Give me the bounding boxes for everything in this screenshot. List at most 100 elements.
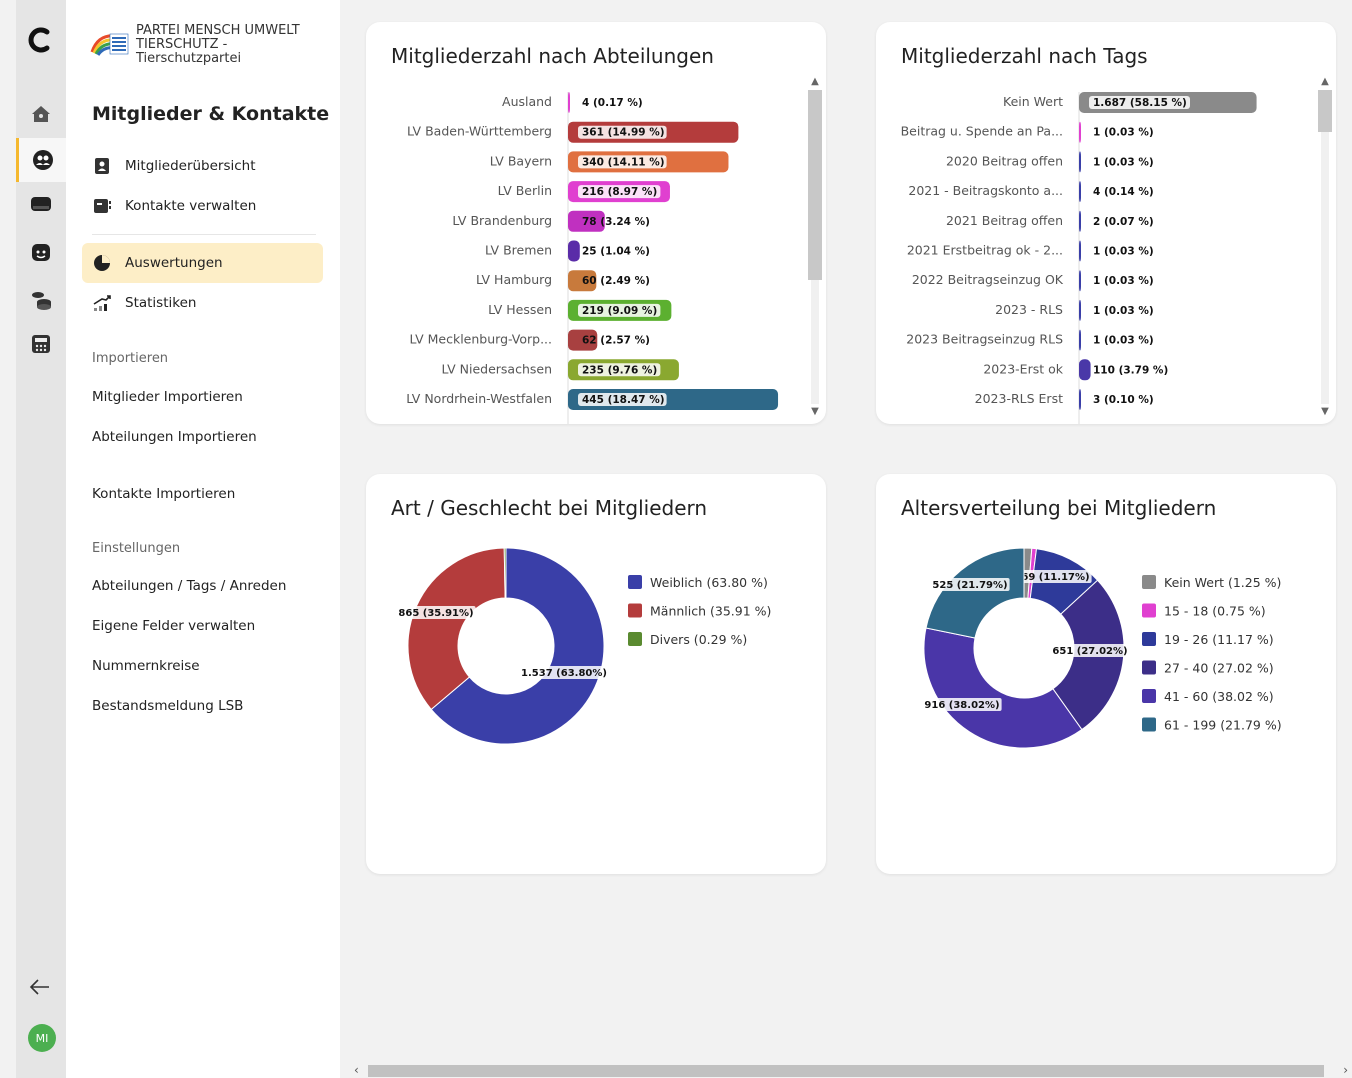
org-name-line3: Tierschutzpartei [136,51,242,66]
data-label: 110 (3.79 %) [1093,364,1168,376]
data-label: 865 (35.91%) [398,608,473,619]
data-label: 60 (2.49 %) [582,275,650,287]
app-logo-icon[interactable] [26,26,54,54]
legend-entry[interactable]: 61 - 199 (21.79 %) [1164,718,1282,733]
nav-link-import-contacts[interactable]: Kontakte Importieren [92,486,235,502]
section-nav: PARTEI MENSCH UMWELT TIERSCHUTZ - Tiersc… [66,0,340,1078]
rail-home[interactable] [16,92,66,136]
tick-label: LV Hamburg [476,272,552,287]
bar[interactable] [1079,389,1081,410]
tick-label: 2021 Beitrag offen [946,213,1063,228]
legend-entry[interactable]: 19 - 26 (11.17 %) [1164,632,1274,647]
organization-header: PARTEI MENSCH UMWELT TIERSCHUTZ - Tiersc… [90,24,326,66]
data-label: 1 (0.03 %) [1093,127,1154,139]
legend-entry[interactable]: Divers (0.29 %) [650,632,747,647]
card-age-chart: Altersverteilung bei Mitgliedern 269 (11… [876,474,1336,874]
bar[interactable] [1079,359,1091,381]
chart-title: Altersverteilung bei Mitgliedern [901,496,1217,520]
tick-label: LV Bremen [485,243,552,258]
chart-title: Art / Geschlecht bei Mitgliedern [391,496,708,520]
bar[interactable] [1079,329,1081,351]
pie-slice[interactable] [407,547,506,711]
scroll-down-icon[interactable]: ▼ [1318,406,1332,418]
tick-label: 2021 Erstbeitrag ok - 2... [907,243,1063,258]
scroll-right-icon[interactable]: › [1343,1063,1348,1077]
nav-link-departments-tags[interactable]: Abteilungen / Tags / Anreden [92,578,286,594]
scrollbar-thumb[interactable] [808,90,822,280]
nav-link-contacts[interactable]: Kontakte verwalten [82,186,323,226]
card-tags-chart: Mitgliederzahl nach Tags Kein Wert 1.687 … [876,22,1336,424]
inbox-icon [31,197,51,211]
bar[interactable] [1079,299,1081,321]
rail-finance[interactable] [16,278,66,322]
user-avatar[interactable]: MI [28,1024,56,1052]
tick-label: 2021 - Beitragskonto a... [908,183,1063,198]
rail-members[interactable] [16,138,66,182]
nav-link-custom-fields[interactable]: Eigene Felder verwalten [92,618,255,634]
vertical-scrollbar[interactable]: ▲ ▼ [808,76,822,418]
legend-swatch [628,632,642,646]
nav-link-label: Kontakte verwalten [125,198,257,214]
bar[interactable] [1079,270,1081,292]
tick-label: Kein Wert [1003,94,1063,109]
tick-label: 2022 Beitragseinzug OK [912,272,1064,287]
rail-robot[interactable] [16,230,66,274]
scroll-left-icon[interactable]: ‹ [354,1063,359,1077]
tick-label: Ausland [502,94,552,109]
tick-label: LV Hessen [488,302,552,317]
bar[interactable] [1079,151,1081,173]
scroll-up-icon[interactable]: ▲ [1318,76,1332,88]
data-label: 219 (9.09 %) [582,305,657,317]
data-label: 1.687 (58.15 %) [1093,97,1187,109]
arrow-left-icon[interactable] [27,974,53,1000]
tick-label: LV Bayern [490,153,552,168]
data-label: 1 (0.03 %) [1093,335,1154,347]
bar[interactable] [1079,210,1081,232]
scroll-up-icon[interactable]: ▲ [808,76,822,88]
tick-label: 2023 Beitragseinzug RLS [906,332,1063,347]
nav-link-member-overview[interactable]: Mitgliederübersicht [82,146,323,186]
rail-inbox[interactable] [16,182,66,226]
nav-link-statistics[interactable]: Statistiken [82,283,323,323]
nav-link-import-members[interactable]: Mitglieder Importieren [92,389,243,405]
data-label: 216 (8.97 %) [582,186,657,198]
card-departments-chart: Mitgliederzahl nach Abteilungen Ausland 4… [366,22,826,424]
pie-chart-icon [94,255,110,271]
trend-chart-icon [93,295,111,311]
nav-link-inventory-report[interactable]: Bestandsmeldung LSB [92,698,243,714]
vertical-scrollbar[interactable]: ▲ ▼ [1318,76,1332,418]
bar[interactable] [568,240,580,262]
tick-label: LV Mecklenburg-Vorp... [410,332,553,347]
data-label: 445 (18.47 %) [582,394,665,406]
nav-title: Mitglieder & Kontakte [92,103,330,125]
scrollbar-thumb[interactable] [1318,90,1332,132]
data-label: 3 (0.10 %) [1093,394,1154,406]
nav-divider [92,234,316,235]
legend-entry[interactable]: Weiblich (63.80 %) [650,575,768,590]
data-label: 2 (0.07 %) [1093,216,1154,228]
scroll-down-icon[interactable]: ▼ [808,406,822,418]
card-gender-chart: Art / Geschlecht bei Mitgliedern 1.537 (… [366,474,826,874]
data-label: 78 (3.24 %) [582,216,650,228]
legend-entry[interactable]: Kein Wert (1.25 %) [1164,575,1281,590]
pie-slice[interactable] [925,547,1025,639]
rail-calculator[interactable] [16,322,66,366]
bar[interactable] [1079,240,1081,262]
tick-label: 2023-RLS Erst [975,391,1063,406]
legend-swatch [1142,603,1156,618]
data-label: 1 (0.03 %) [1093,156,1154,168]
bar[interactable] [568,92,570,113]
legend-entry[interactable]: 41 - 60 (38.02 %) [1164,689,1274,704]
data-label: 340 (14.11 %) [582,156,665,168]
legend-entry[interactable]: Männlich (35.91 %) [650,604,771,619]
nav-link-import-departments[interactable]: Abteilungen Importieren [92,429,257,445]
bar[interactable] [1079,181,1081,203]
nav-link-reports[interactable]: Auswertungen [82,243,323,283]
nav-link-number-ranges[interactable]: Nummernkreise [92,658,200,674]
scrollbar-thumb[interactable] [368,1065,1324,1077]
legend-entry[interactable]: 15 - 18 (0.75 %) [1164,604,1266,619]
horizontal-scrollbar[interactable]: ‹ › [340,1062,1352,1078]
bar[interactable] [1079,121,1081,143]
contact-card-icon [94,199,111,213]
legend-entry[interactable]: 27 - 40 (27.02 %) [1164,661,1274,676]
